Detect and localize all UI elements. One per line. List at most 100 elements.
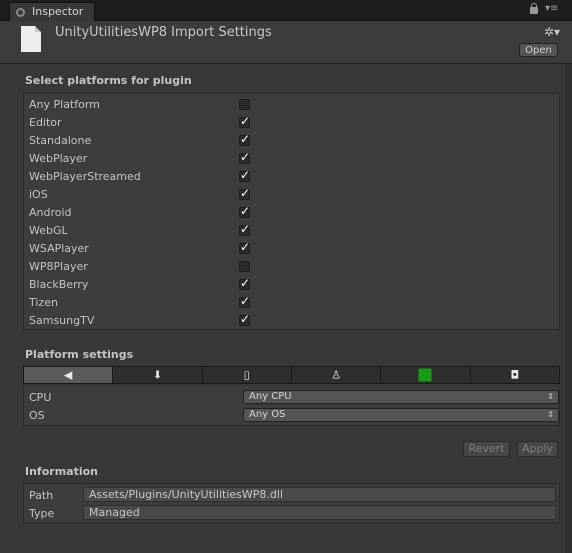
platform-row: Any Platform xyxy=(29,95,549,113)
platform-settings-title: Platform settings xyxy=(25,348,134,361)
dropdown-arrows-icon: ⇕ xyxy=(547,410,554,419)
windows-store-icon xyxy=(418,368,432,382)
cpu-value: Any CPU xyxy=(249,391,292,402)
platform-label: SamsungTV xyxy=(29,314,95,327)
cpu-row: CPU Any CPU ⇕ xyxy=(29,388,559,406)
platform-checkbox[interactable]: ✓ xyxy=(239,312,251,326)
platform-label: Android xyxy=(29,206,72,219)
tab-editor[interactable]: ◀ xyxy=(24,367,114,383)
platform-row: iOS ✓ xyxy=(29,185,549,203)
platform-label: WebPlayer xyxy=(29,152,88,165)
cpu-dropdown[interactable]: Any CPU ⇕ xyxy=(243,390,559,404)
revert-button[interactable]: Revert xyxy=(463,441,510,457)
platform-checkbox[interactable]: ✓ xyxy=(239,132,251,146)
panel-menu-icon[interactable]: ▾≡ xyxy=(545,4,558,14)
type-field[interactable]: Managed xyxy=(83,505,556,520)
platform-row: WebPlayer ✓ xyxy=(29,149,549,167)
platforms-section-title: Select platforms for plugin xyxy=(25,74,192,87)
platform-checkbox[interactable]: ✓ xyxy=(239,294,251,308)
information-panel: Path Assets/Plugins/UnityUtilitiesWP8.dl… xyxy=(23,483,560,523)
platform-label: BlackBerry xyxy=(29,278,89,291)
os-row: OS Any OS ⇕ xyxy=(29,406,559,424)
platform-label: Standalone xyxy=(29,134,92,147)
tab-bar: Inspector ▾≡ xyxy=(0,0,572,21)
platform-label: Any Platform xyxy=(29,98,100,111)
type-label: Type xyxy=(29,507,55,520)
dropdown-arrows-icon: ⇕ xyxy=(547,392,554,401)
checkmark-icon: ✓ xyxy=(240,114,251,128)
platform-checkbox[interactable]: ✓ xyxy=(239,276,251,290)
platform-checkbox[interactable]: ✓ xyxy=(239,114,251,128)
checkmark-icon: ✓ xyxy=(240,186,251,200)
checkmark-icon: ✓ xyxy=(240,168,251,182)
platform-row: Android ✓ xyxy=(29,203,549,221)
platform-checkbox[interactable]: ✓ xyxy=(239,204,251,218)
tab-standalone[interactable]: ⬇ xyxy=(113,367,203,383)
asset-header: UnityUtilitiesWP8 Import Settings ✲▾ xyxy=(0,21,572,61)
platform-settings-panel: CPU Any CPU ⇕ OS Any OS ⇕ xyxy=(23,386,560,426)
platform-row: BlackBerry ✓ xyxy=(29,275,549,293)
mobile-device-icon: ▯ xyxy=(243,368,250,382)
checkmark-icon: ✓ xyxy=(240,132,251,146)
unity-editor-icon: ◀ xyxy=(63,368,73,382)
platform-label: Tizen xyxy=(29,296,58,309)
box-package-icon: ◘ xyxy=(510,368,520,382)
platform-label: WP8Player xyxy=(29,260,88,273)
type-row: Type Managed xyxy=(29,504,556,522)
lock-icon[interactable] xyxy=(530,3,538,14)
divider xyxy=(0,63,572,64)
platform-row: Tizen ✓ xyxy=(29,293,549,311)
platform-row: Editor ✓ xyxy=(29,113,549,131)
information-title: Information xyxy=(25,465,98,478)
checkmark-icon: ✓ xyxy=(240,150,251,164)
platform-checkbox[interactable]: ✓ xyxy=(239,186,251,200)
android-icon: ♙ xyxy=(331,368,342,382)
open-button[interactable]: Open xyxy=(519,43,558,57)
page-title: UnityUtilitiesWP8 Import Settings xyxy=(55,25,272,40)
platform-tabs: ◀ ⬇ ▯ ♙ ◘ xyxy=(23,366,560,384)
inspector-icon xyxy=(16,8,25,17)
checkmark-icon: ✓ xyxy=(240,240,251,254)
platform-label: iOS xyxy=(29,188,48,201)
os-dropdown[interactable]: Any OS ⇕ xyxy=(243,408,559,422)
platform-checkbox[interactable]: ✓ xyxy=(239,240,251,254)
tab-inspector[interactable]: Inspector xyxy=(9,2,95,21)
path-label: Path xyxy=(29,489,54,502)
os-value: Any OS xyxy=(249,409,286,420)
checkmark-icon: ✓ xyxy=(240,294,251,308)
standalone-download-icon: ⬇ xyxy=(152,368,163,382)
checkmark-icon: ✓ xyxy=(240,222,251,236)
platform-checkbox[interactable] xyxy=(239,261,250,272)
tab-android[interactable]: ♙ xyxy=(291,367,382,383)
checkmark-icon: ✓ xyxy=(240,312,251,326)
cpu-label: CPU xyxy=(29,391,52,404)
platform-label: WSAPlayer xyxy=(29,242,89,255)
gear-icon[interactable]: ✲▾ xyxy=(544,25,560,39)
platform-label: WebPlayerStreamed xyxy=(29,170,141,183)
platform-row: Standalone ✓ xyxy=(29,131,549,149)
apply-button[interactable]: Apply xyxy=(517,441,558,457)
platform-checkbox[interactable]: ✓ xyxy=(239,168,251,182)
platform-label: WebGL xyxy=(29,224,68,237)
tab-mobile[interactable]: ▯ xyxy=(202,367,292,383)
os-label: OS xyxy=(29,409,45,422)
tab-package[interactable]: ◘ xyxy=(470,367,559,383)
checkmark-icon: ✓ xyxy=(240,276,251,290)
path-field[interactable]: Assets/Plugins/UnityUtilitiesWP8.dll xyxy=(83,487,556,502)
file-icon xyxy=(21,26,41,52)
tab-inspector-label: Inspector xyxy=(32,5,84,18)
platform-row: WebGL ✓ xyxy=(29,221,549,239)
platform-checkbox[interactable]: ✓ xyxy=(239,150,251,164)
platform-row: WP8Player xyxy=(29,257,549,275)
platform-row: SamsungTV ✓ xyxy=(29,311,549,329)
platform-checkbox[interactable]: ✓ xyxy=(239,222,251,236)
tab-windows-store[interactable] xyxy=(381,367,471,383)
scrollbar[interactable] xyxy=(565,64,572,553)
platform-row: WSAPlayer ✓ xyxy=(29,239,549,257)
platforms-list: Any Platform Editor ✓ Standalone ✓ WebPlayer ✓… xyxy=(23,93,560,330)
platform-label: Editor xyxy=(29,116,62,129)
platform-checkbox[interactable] xyxy=(239,99,250,110)
platform-row: WebPlayerStreamed ✓ xyxy=(29,167,549,185)
path-row: Path Assets/Plugins/UnityUtilitiesWP8.dl… xyxy=(29,486,556,504)
checkmark-icon: ✓ xyxy=(240,204,251,218)
